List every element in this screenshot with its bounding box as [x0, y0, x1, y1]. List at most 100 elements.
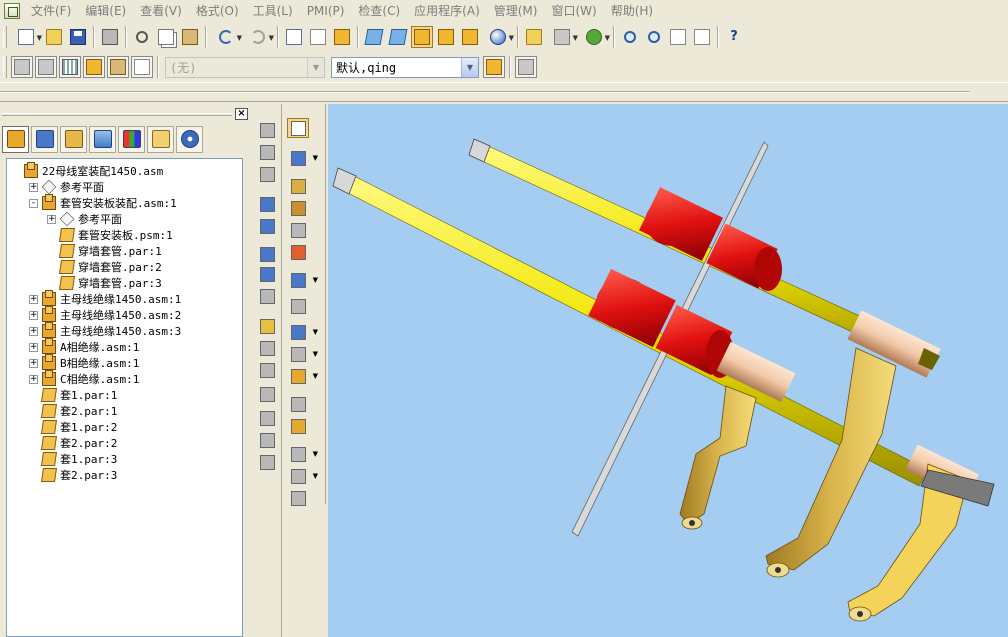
chevron-down-icon[interactable]: ▼ — [313, 372, 318, 380]
expand-icon[interactable]: + — [29, 358, 38, 368]
graphics-viewport[interactable] — [328, 104, 1008, 637]
expand-icon[interactable]: + — [29, 326, 38, 336]
tree-item[interactable]: 套2.par:1 — [29, 403, 117, 419]
style-button-6[interactable] — [131, 56, 153, 78]
move-button[interactable] — [256, 430, 278, 450]
sketch-button[interactable] — [256, 408, 278, 428]
style-button-2[interactable] — [35, 56, 57, 78]
menu-edit[interactable]: 编辑(E) — [78, 0, 133, 22]
menu-format[interactable]: 格式(O) — [189, 0, 246, 22]
rotate-button[interactable] — [691, 26, 713, 48]
tab-properties[interactable] — [147, 125, 174, 153]
assemble-button[interactable]: ▼ — [287, 148, 318, 168]
hole-button[interactable] — [256, 194, 278, 214]
zoom-area-button[interactable] — [619, 26, 641, 48]
redo-button[interactable]: ▼ — [243, 26, 274, 48]
close-icon[interactable]: × — [235, 108, 248, 120]
select-button[interactable] — [287, 118, 309, 138]
tab-settings[interactable] — [176, 125, 203, 153]
tab-parts-library[interactable] — [60, 125, 87, 153]
component-display-button[interactable] — [287, 296, 309, 316]
extrude-button[interactable] — [256, 120, 278, 140]
tree-item[interactable]: + B相绝缘.asm:1 — [29, 354, 139, 371]
refresh-button[interactable]: ▼ — [579, 26, 610, 48]
toolbar-grip[interactable] — [3, 26, 7, 48]
revolve-button[interactable] — [256, 142, 278, 162]
capture-button[interactable] — [287, 220, 309, 240]
rotate-part-button[interactable]: ▼ — [287, 366, 318, 386]
zoom-button[interactable] — [643, 26, 665, 48]
expand-icon[interactable]: + — [29, 374, 38, 384]
wire-button[interactable] — [287, 394, 309, 414]
menu-applications[interactable]: 应用程序(A) — [407, 0, 487, 22]
select-tool-button[interactable] — [307, 26, 329, 48]
paste-button[interactable] — [179, 26, 201, 48]
tube-button[interactable]: ▼ — [287, 466, 318, 486]
undo-button[interactable]: ▼ — [211, 26, 242, 48]
tree-item[interactable]: - 套管安装板装配.asm:1 — [29, 194, 177, 211]
tree-item[interactable]: 套管安装板.psm:1 — [47, 227, 173, 243]
tree-item[interactable]: 穿墙套管.par:1 — [47, 243, 162, 259]
style-button-1[interactable] — [11, 56, 33, 78]
collapse-icon[interactable]: - — [29, 198, 38, 208]
thread-button[interactable] — [256, 286, 278, 306]
new-button[interactable]: ▼ — [11, 26, 42, 48]
tree-item[interactable]: 22母线室装配1450.asm — [11, 162, 163, 179]
open-button[interactable] — [43, 26, 65, 48]
menu-pmi[interactable]: PMI(P) — [300, 0, 352, 22]
style-button-3[interactable] — [59, 56, 81, 78]
tab-assembly-tree[interactable] — [2, 125, 29, 153]
menu-tools[interactable]: 工具(L) — [246, 0, 300, 22]
menu-manage[interactable]: 管理(M) — [487, 0, 545, 22]
rib-button[interactable] — [256, 338, 278, 358]
brush-button[interactable] — [515, 56, 537, 78]
explode-button[interactable] — [287, 242, 309, 262]
shaded-button[interactable] — [411, 26, 433, 48]
move-part-button[interactable]: ▼ — [287, 344, 318, 364]
display-config-button[interactable] — [331, 26, 353, 48]
style-button-5[interactable] — [107, 56, 129, 78]
tree-item[interactable]: 穿墙套管.par:2 — [47, 259, 162, 275]
style-button-4[interactable] — [83, 56, 105, 78]
tree-item[interactable]: 套1.par:1 — [29, 387, 117, 403]
user-combo[interactable]: 默认,qing ▼ — [331, 56, 479, 78]
expand-icon[interactable]: + — [47, 214, 56, 224]
thin-wall-button[interactable] — [256, 264, 278, 284]
expand-icon[interactable]: + — [29, 294, 38, 304]
tree-item[interactable]: 套2.par:2 — [29, 435, 117, 451]
chevron-down-icon[interactable]: ▼ — [313, 276, 318, 284]
fit-button[interactable] — [667, 26, 689, 48]
chevron-down-icon[interactable]: ▼ — [313, 450, 318, 458]
visible-edges-button[interactable] — [459, 26, 481, 48]
save-button[interactable] — [67, 26, 89, 48]
expand-icon[interactable]: + — [29, 182, 38, 192]
sweep-button[interactable] — [256, 164, 278, 184]
assembly-button[interactable] — [523, 26, 545, 48]
tree-item[interactable]: + 参考平面 — [29, 179, 104, 195]
expand-icon[interactable]: + — [29, 310, 38, 320]
tab-layers[interactable] — [31, 125, 58, 153]
tree-item[interactable]: 套1.par:2 — [29, 419, 117, 435]
tree-item[interactable]: + C相绝缘.asm:1 — [29, 370, 139, 387]
chamfer-button[interactable] — [256, 244, 278, 264]
tree-item[interactable]: + A相绝缘.asm:1 — [29, 338, 139, 355]
view-front-button[interactable] — [387, 26, 409, 48]
chevron-down-icon[interactable]: ▼ — [313, 328, 318, 336]
shaded-edges-button[interactable] — [435, 26, 457, 48]
print-button[interactable] — [99, 26, 121, 48]
chevron-down-icon[interactable]: ▼ — [461, 57, 478, 77]
chevron-down-icon[interactable]: ▼ — [313, 350, 318, 358]
tree-item[interactable]: 穿墙套管.par:3 — [47, 275, 162, 291]
pattern-part-button[interactable]: ▼ — [287, 270, 318, 290]
properties-button[interactable] — [283, 26, 305, 48]
chevron-down-icon[interactable]: ▼ — [313, 154, 318, 162]
pattern-button[interactable] — [256, 384, 278, 404]
view-iso-button[interactable] — [363, 26, 385, 48]
tree-item[interactable]: + 主母线绝缘1450.asm:3 — [29, 322, 181, 339]
mirror-button[interactable] — [256, 360, 278, 380]
tree-item[interactable]: 套1.par:3 — [29, 451, 117, 467]
toolbar-grip[interactable] — [3, 56, 7, 78]
style-manager-button[interactable] — [483, 56, 505, 78]
rotate-button[interactable] — [256, 452, 278, 472]
frame-button[interactable] — [287, 416, 309, 436]
